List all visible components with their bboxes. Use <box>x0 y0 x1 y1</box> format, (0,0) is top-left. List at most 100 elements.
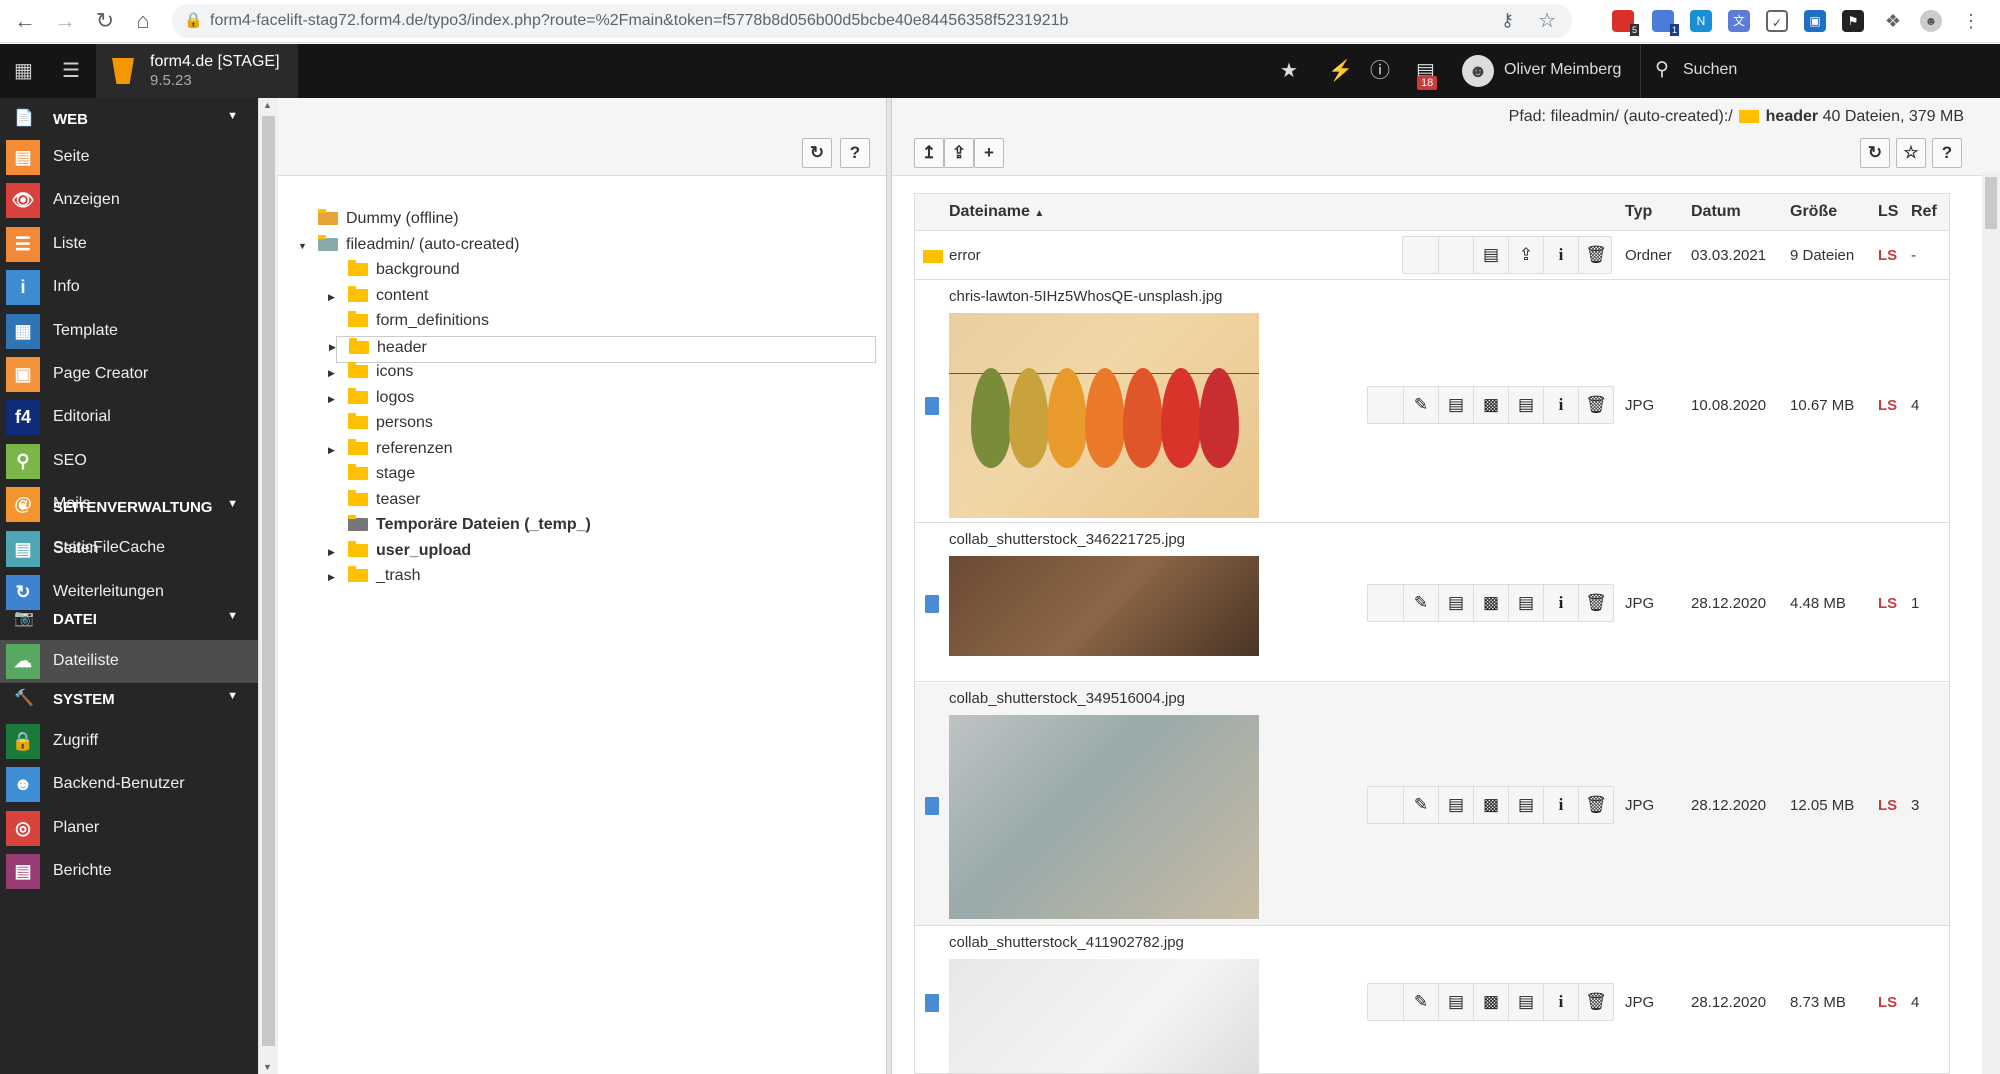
ref-count[interactable]: 4 <box>1911 397 1919 414</box>
user-name[interactable]: Oliver Meimberg <box>1504 61 1621 79</box>
extension-icon[interactable]: 5 <box>1612 10 1639 36</box>
add-button[interactable]: + <box>974 138 1004 168</box>
list-toggle-icon[interactable]: ☰ <box>62 44 80 98</box>
thumbnail-image[interactable] <box>949 313 1259 518</box>
col-datum[interactable]: Datum <box>1691 203 1741 221</box>
tree-node[interactable]: Temporäre Dateien (_temp_) <box>348 515 591 541</box>
menu-item-planer[interactable]: ◎ Planer <box>0 807 258 850</box>
table-row[interactable]: chris-lawton-5IHz5WhosQE-unsplash.jpg ✎ ▤ ▩… <box>915 281 1949 523</box>
ls-link[interactable]: LS <box>1878 595 1897 612</box>
upload-button[interactable]: ⇪ <box>944 138 974 168</box>
tree-node[interactable]: ▶ referenzen <box>328 438 453 465</box>
menu-item-seite[interactable]: ▤ Seite <box>0 136 258 179</box>
col-groesse[interactable]: Größe <box>1790 203 1837 221</box>
flash-icon[interactable]: ⚡ <box>1328 44 1353 98</box>
back-icon[interactable]: ← <box>12 8 38 34</box>
menu-item-seo[interactable]: ⚲ SEO <box>0 440 258 483</box>
search-area[interactable]: ⚲ Suchen <box>1640 44 2000 98</box>
file-name[interactable]: collab_shutterstock_346221725.jpg <box>949 531 1185 548</box>
file-name[interactable]: chris-lawton-5IHz5WhosQE-unsplash.jpg <box>949 288 1222 305</box>
chevron-down-icon[interactable]: ▼ <box>298 241 307 251</box>
ls-link[interactable]: LS <box>1878 797 1897 814</box>
tree-node[interactable]: ▶ _trash <box>328 566 420 592</box>
url-text[interactable]: form4-facelift-stag72.form4.de/typo3/ind… <box>210 12 1068 30</box>
menu-item-seiten[interactable]: ▤ Seiten <box>0 528 258 571</box>
file-name[interactable]: error <box>949 247 981 264</box>
menu-group-seitenverwaltung[interactable]: ● SEITENVERWALTUNG ▼ <box>0 486 258 528</box>
tree-node[interactable]: background <box>348 260 460 286</box>
menu-group-datei[interactable]: 📷 DATEI ▼ <box>0 598 258 640</box>
trash-icon[interactable]: 🗑 <box>1578 237 1613 273</box>
tree-node[interactable]: Dummy (offline) <box>318 209 459 235</box>
metadata-icon[interactable]: ▤ <box>1438 585 1473 621</box>
bookmark-star-icon[interactable]: ★ <box>1280 44 1298 98</box>
menu-group-system[interactable]: 🔨 SYSTEM ▼ <box>0 678 258 720</box>
table-row[interactable]: collab_shutterstock_411902782.jpg ✎ ▤ ▩ ▤ i 🗑 J… <box>915 927 1949 1073</box>
bookmark-star-icon[interactable]: ☆ <box>1538 8 1556 33</box>
tree-node[interactable]: ▶ user_upload <box>328 540 471 567</box>
bookmark-button[interactable]: ☆ <box>1896 138 1926 168</box>
tree-node[interactable]: teaser <box>348 489 420 516</box>
col-dateiname[interactable]: Dateiname ▲ <box>949 203 1044 221</box>
tree-node[interactable]: persons <box>348 413 433 439</box>
copy-icon[interactable]: ▤ <box>1473 237 1508 273</box>
replace-icon[interactable]: ▩ <box>1473 984 1508 1020</box>
refresh-tree-button[interactable]: ↻ <box>802 138 832 168</box>
trash-icon[interactable]: 🗑 <box>1578 387 1613 423</box>
col-typ[interactable]: Typ <box>1625 203 1652 221</box>
table-row[interactable]: collab_shutterstock_346221725.jpg ✎ ▤ ▩ ▤ i 🗑 J… <box>915 524 1949 682</box>
user-avatar[interactable]: ☻ <box>1462 55 1494 87</box>
tree-node[interactable]: stage <box>348 464 415 490</box>
folder-up-button[interactable]: ↥ <box>914 138 944 168</box>
metadata-icon[interactable]: ▤ <box>1438 787 1473 823</box>
tree-node[interactable]: form_definitions <box>348 311 489 337</box>
chevron-right-icon[interactable]: ▶ <box>328 572 335 583</box>
menu-item-zugriff[interactable]: 🔒 Zugriff <box>0 720 258 763</box>
edit-icon[interactable]: ✎ <box>1403 787 1438 823</box>
ls-link[interactable]: LS <box>1878 397 1897 414</box>
key-icon[interactable]: ⚷ <box>1501 10 1514 31</box>
metadata-icon[interactable]: ▤ <box>1438 984 1473 1020</box>
edit-icon[interactable]: ✎ <box>1403 585 1438 621</box>
tree-node[interactable]: ▶ content <box>328 285 428 312</box>
replace-icon[interactable]: ▩ <box>1473 585 1508 621</box>
reload-icon[interactable]: ↻ <box>92 8 118 34</box>
menu-item-anzeigen[interactable]: 👁 Anzeigen <box>0 179 258 222</box>
table-row[interactable]: error ▤ ⇪ i 🗑 Ordner 03.03.2021 9 Dateien LS - <box>915 232 1949 280</box>
menu-item-template[interactable]: ▦ Template <box>0 310 258 353</box>
list-help-button[interactable]: ? <box>1932 138 1962 168</box>
window-extension-icon[interactable]: ▣ <box>1804 10 1826 32</box>
copy-icon[interactable]: ▤ <box>1508 984 1543 1020</box>
info-icon[interactable]: i <box>1543 387 1578 423</box>
file-name[interactable]: collab_shutterstock_349516004.jpg <box>949 690 1185 707</box>
thumbnail-image[interactable] <box>949 959 1259 1073</box>
edit-icon[interactable]: ✎ <box>1403 387 1438 423</box>
edit-icon[interactable]: ✎ <box>1403 984 1438 1020</box>
puzzle-icon[interactable]: ❖ <box>1882 10 1904 32</box>
chevron-right-icon[interactable]: ▶ <box>328 368 335 379</box>
menu-item-backend-benutzer[interactable]: ☻ Backend-Benutzer <box>0 763 258 806</box>
info-icon[interactable]: i <box>1543 585 1578 621</box>
address-bar[interactable]: 🔒 form4-facelift-stag72.form4.de/typo3/i… <box>172 4 1572 38</box>
menu-item-dateiliste[interactable]: ☁ Dateiliste <box>0 640 258 683</box>
trash-icon[interactable]: 🗑 <box>1578 585 1613 621</box>
n-extension-icon[interactable]: N <box>1690 10 1712 32</box>
menu-icon[interactable]: ⋮ <box>1960 10 1982 32</box>
replace-icon[interactable]: ▩ <box>1473 787 1508 823</box>
site-logo-area[interactable]: form4.de [STAGE] 9.5.23 <box>96 44 298 98</box>
thumbnail-image[interactable] <box>949 715 1259 919</box>
info-icon[interactable]: i <box>1543 787 1578 823</box>
metadata-icon[interactable]: ▤ <box>1438 387 1473 423</box>
copy-icon[interactable]: ▤ <box>1508 387 1543 423</box>
menu-item-info[interactable]: i Info <box>0 266 258 309</box>
sidebar-scrollbar[interactable]: ▲ ▼ <box>258 98 278 1074</box>
ls-link[interactable]: LS <box>1878 994 1897 1011</box>
pocket-icon[interactable]: ✓ <box>1766 10 1788 32</box>
profile-avatar[interactable]: ☻ <box>1920 10 1942 32</box>
upload-icon[interactable]: ⇪ <box>1508 237 1543 273</box>
help-icon[interactable]: ⓘ <box>1370 44 1390 98</box>
copy-icon[interactable]: ▤ <box>1508 585 1543 621</box>
app-grid-icon[interactable]: ▦ <box>14 44 33 98</box>
table-row[interactable]: collab_shutterstock_349516004.jpg ✎ ▤ ▩ ▤ i 🗑 J… <box>915 683 1949 926</box>
ref-count[interactable]: - <box>1911 247 1916 264</box>
